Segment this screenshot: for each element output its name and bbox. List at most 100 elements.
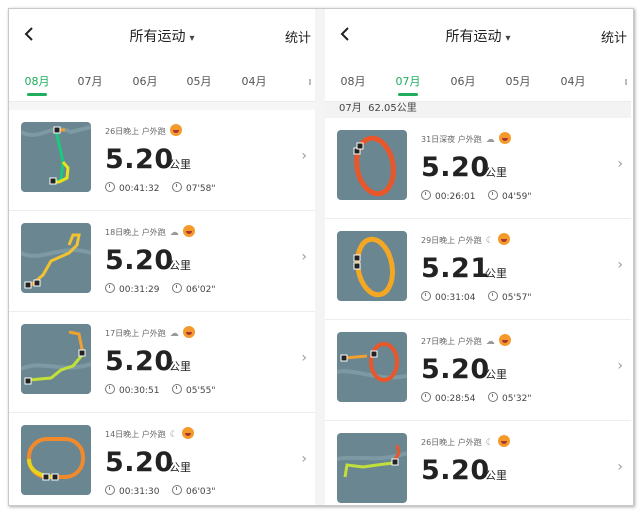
pace: 07'58" xyxy=(172,182,216,194)
activity-meta: 14日晚上 户外跑 ☾ xyxy=(105,427,194,440)
duration: 00:31:29 xyxy=(105,283,159,295)
clock-icon xyxy=(421,291,431,301)
clock-icon xyxy=(105,283,115,293)
chevron-right-icon: › xyxy=(301,249,307,265)
route-map-thumbnail xyxy=(21,122,91,192)
sport-filter-dropdown[interactable]: 所有运动 ▾ xyxy=(325,26,631,46)
distance-unit: 公里 xyxy=(485,368,507,381)
tab-label: 05月 xyxy=(505,75,531,88)
tab-month[interactable]: 07月 xyxy=(66,73,114,89)
distance-unit: 公里 xyxy=(169,259,191,272)
divider xyxy=(9,102,315,110)
active-tab-indicator xyxy=(27,93,47,96)
activity-date: 31日深夜 xyxy=(421,135,456,144)
stats-button[interactable]: 统计 xyxy=(601,27,627,46)
activity-meta: 26日晚上 户外跑 ☾ xyxy=(421,435,510,448)
distance-unit: 公里 xyxy=(485,166,507,179)
activity-type: 户外跑 xyxy=(141,329,166,338)
right-panel: 所有运动 ▾ 统计 08月 07月 06月 05月 04月 07月 62.05公里 xyxy=(325,9,631,505)
duration: 00:26:01 xyxy=(421,190,475,202)
chevron-right-icon: › xyxy=(301,148,307,164)
activity-date: 17日晚上 xyxy=(105,329,140,338)
pace: 05'32" xyxy=(488,392,532,404)
left-panel: 所有运动 ▾ 统计 08月 07月 06月 05月 04月 26日晚上 户外跑 … xyxy=(9,9,315,505)
activity-item[interactable]: 17日晚上 户外跑 ☁ 5.20 公里 00:30:51 05'55" › xyxy=(9,312,315,413)
tab-label: 08月 xyxy=(340,75,366,88)
activity-item[interactable]: 26日晚上 户外跑 5.20 公里 00:41:32 07'58" › xyxy=(9,110,315,211)
activity-item[interactable]: 18日晚上 户外跑 ☁ 5.20 公里 00:31:29 06'02" › xyxy=(9,211,315,312)
tab-month[interactable]: 07月 xyxy=(384,73,432,96)
duration: 00:31:04 xyxy=(421,291,475,303)
mood-emoji-icon xyxy=(182,326,195,338)
distance-value: 5.20 xyxy=(105,346,174,377)
header: 所有运动 ▾ 统计 xyxy=(325,9,631,61)
tab-month[interactable]: 05月 xyxy=(494,73,542,89)
distance-unit: 公里 xyxy=(169,360,191,373)
duration-value: 00:31:29 xyxy=(119,285,160,295)
activity-meta: 31日深夜 户外跑 ☁ xyxy=(421,132,511,145)
mood-emoji-icon xyxy=(181,427,194,439)
duration-value: 00:26:01 xyxy=(435,192,476,202)
route-map-thumbnail xyxy=(337,130,407,200)
pace: 05'55" xyxy=(172,384,216,396)
tab-label: 07月 xyxy=(77,75,103,88)
distance-value: 5.21 xyxy=(421,253,490,284)
pace-icon xyxy=(172,283,182,293)
distance-value: 5.20 xyxy=(421,152,490,183)
summary-month: 07月 xyxy=(339,103,362,114)
activity-date: 26日晚上 xyxy=(421,438,456,447)
duration: 00:31:30 xyxy=(105,485,159,497)
activity-item[interactable]: 29日晚上 户外跑 ☾ 5.21 公里 00:31:04 05'57" › xyxy=(325,219,631,320)
more-tabs-indicator xyxy=(309,79,311,85)
moon-icon: ☾ xyxy=(485,438,494,448)
chevron-down-icon: ▾ xyxy=(505,33,511,44)
cloud-icon: ☁ xyxy=(485,337,495,347)
tab-month[interactable]: 04月 xyxy=(230,73,278,89)
distance-value: 5.20 xyxy=(105,245,174,276)
tab-label: 04月 xyxy=(241,75,267,88)
pace-value: 06'02" xyxy=(186,285,216,295)
tab-month[interactable]: 05月 xyxy=(175,73,223,89)
chevron-down-icon: ▾ xyxy=(189,33,195,44)
pace-value: 06'03" xyxy=(186,487,216,497)
moon-icon: ☾ xyxy=(485,236,494,246)
chevron-right-icon: › xyxy=(617,358,623,374)
activity-meta: 27日晚上 户外跑 ☁ xyxy=(421,334,511,347)
mood-emoji-icon xyxy=(169,124,182,136)
cloud-icon: ☁ xyxy=(169,228,179,238)
clock-icon xyxy=(421,190,431,200)
month-tabs: 08月 07月 06月 05月 04月 xyxy=(9,61,315,102)
panel-separator xyxy=(315,9,325,505)
activity-item[interactable]: 27日晚上 户外跑 ☁ 5.20 公里 00:28:54 05'32" › xyxy=(325,320,631,421)
tab-label: 08月 xyxy=(24,75,50,88)
route-map-thumbnail xyxy=(337,433,407,503)
duration-value: 00:41:32 xyxy=(119,184,160,194)
tab-month[interactable]: 06月 xyxy=(439,73,487,89)
clock-icon xyxy=(105,384,115,394)
pace-value: 05'55" xyxy=(186,386,216,396)
cloud-icon: ☁ xyxy=(169,329,179,339)
month-summary: 07月 62.05公里 xyxy=(325,102,631,118)
chevron-right-icon: › xyxy=(301,451,307,467)
route-map-thumbnail xyxy=(21,425,91,495)
tab-month[interactable]: 06月 xyxy=(121,73,169,89)
activity-type: 户外跑 xyxy=(457,135,482,144)
pace-icon xyxy=(488,392,498,402)
activity-type: 户外跑 xyxy=(141,127,166,136)
tab-month[interactable]: 08月 xyxy=(13,73,61,96)
duration-value: 00:31:04 xyxy=(435,293,476,303)
distance-unit: 公里 xyxy=(485,469,507,482)
route-map-thumbnail xyxy=(21,324,91,394)
activity-date: 26日晚上 xyxy=(105,127,140,136)
mood-emoji-icon xyxy=(498,334,511,346)
tab-month[interactable]: 08月 xyxy=(329,73,377,89)
activity-item[interactable]: 26日晚上 户外跑 ☾ 5.20 公里 › xyxy=(325,421,631,505)
pace-value: 05'57" xyxy=(502,293,532,303)
activity-item[interactable]: 31日深夜 户外跑 ☁ 5.20 公里 00:26:01 04'59" › xyxy=(325,118,631,219)
sport-filter-dropdown[interactable]: 所有运动 ▾ xyxy=(9,26,315,46)
activity-item[interactable]: 14日晚上 户外跑 ☾ 5.20 公里 00:31:30 06'03" › xyxy=(9,413,315,505)
tab-month[interactable]: 04月 xyxy=(549,73,597,89)
tab-label: 07月 xyxy=(395,75,421,88)
stats-button[interactable]: 统计 xyxy=(285,27,311,46)
pace: 05'57" xyxy=(488,291,532,303)
